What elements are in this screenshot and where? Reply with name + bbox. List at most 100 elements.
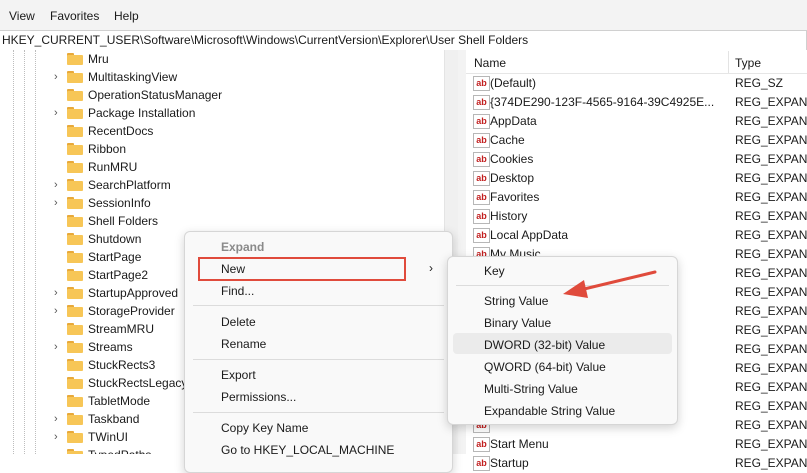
- menu-help[interactable]: Help: [114, 9, 139, 23]
- folder-icon: [67, 143, 83, 155]
- value-type: REG_EXPAN: [735, 380, 807, 394]
- value-row[interactable]: ab Desktop REG_EXPAN: [466, 169, 807, 188]
- folder-icon: [67, 449, 83, 454]
- submenu-item-dword[interactable]: DWORD (32-bit) Value: [484, 338, 605, 352]
- submenu-item-binary-value[interactable]: Binary Value: [484, 316, 551, 330]
- menu-item-copy-key-name[interactable]: Copy Key Name: [221, 421, 308, 435]
- chevron-right-icon[interactable]: ›: [54, 179, 58, 191]
- tree-item-label: Taskband: [88, 412, 140, 426]
- chevron-right-icon[interactable]: ›: [54, 413, 58, 425]
- value-type: REG_EXPAN: [735, 171, 807, 185]
- tree-item[interactable]: Ribbon: [0, 140, 440, 158]
- submenu-item-string-value[interactable]: String Value: [484, 294, 548, 308]
- folder-icon: [67, 269, 83, 281]
- folder-icon: [67, 287, 83, 299]
- submenu-item-multi-string[interactable]: Multi-String Value: [484, 382, 578, 396]
- value-name: Favorites: [490, 190, 540, 204]
- value-type: REG_EXPAN: [735, 437, 807, 451]
- menu-favorites[interactable]: Favorites: [50, 9, 99, 23]
- submenu-item-qword[interactable]: QWORD (64-bit) Value: [484, 360, 606, 374]
- column-type-header[interactable]: Type: [735, 56, 761, 70]
- folder-icon: [67, 395, 83, 407]
- value-name: Startup: [490, 456, 529, 470]
- tree-item[interactable]: RecentDocs: [0, 122, 440, 140]
- tree-item-label: StuckRects3: [88, 358, 156, 372]
- menu-item-export[interactable]: Export: [221, 368, 256, 382]
- folder-icon: [67, 251, 83, 263]
- folder-icon: [67, 341, 83, 353]
- string-value-icon: ab: [473, 152, 490, 167]
- annotation-highlight-box: [198, 257, 406, 281]
- address-bar[interactable]: HKEY_CURRENT_USER\Software\Microsoft\Win…: [0, 30, 807, 51]
- tree-item-label: Shell Folders: [88, 214, 159, 228]
- tree-item[interactable]: OperationStatusManager: [0, 86, 440, 104]
- menu-item-goto-hklm[interactable]: Go to HKEY_LOCAL_MACHINE: [221, 443, 394, 457]
- value-row[interactable]: ab AppData REG_EXPAN: [466, 112, 807, 131]
- tree-item-label: StorageProvider: [88, 304, 175, 318]
- folder-icon: [67, 413, 83, 425]
- value-name: Start Menu: [490, 437, 549, 451]
- menu-divider: [193, 359, 444, 360]
- value-row[interactable]: ab (Default) REG_SZ: [466, 74, 807, 93]
- tree-item-label: Ribbon: [88, 142, 127, 156]
- value-type: REG_EXPAN: [735, 133, 807, 147]
- menu-divider: [193, 305, 444, 306]
- menu-item-find[interactable]: Find...: [221, 284, 254, 298]
- value-type: REG_EXPAN: [735, 228, 807, 242]
- chevron-right-icon[interactable]: ›: [54, 341, 58, 353]
- tree-item[interactable]: Shell Folders: [0, 212, 440, 230]
- tree-item-label: SearchPlatform: [88, 178, 171, 192]
- string-value-icon: ab: [473, 437, 490, 452]
- value-type: REG_EXPAN: [735, 95, 807, 109]
- chevron-right-icon[interactable]: ›: [54, 107, 58, 119]
- value-row[interactable]: ab Startup REG_EXPAN: [466, 454, 807, 473]
- tree-item-label: Mru: [88, 52, 109, 66]
- tree-item-label: TabletMode: [88, 394, 151, 408]
- string-value-icon: ab: [473, 190, 490, 205]
- value-row[interactable]: ab Cookies REG_EXPAN: [466, 150, 807, 169]
- value-row[interactable]: ab Cache REG_EXPAN: [466, 131, 807, 150]
- folder-icon: [67, 233, 83, 245]
- folder-icon: [67, 53, 83, 65]
- menu-divider: [456, 285, 669, 286]
- tree-item-label: RecentDocs: [88, 124, 154, 138]
- menu-item-expand[interactable]: Expand: [221, 240, 264, 254]
- column-separator[interactable]: [728, 51, 729, 73]
- value-row[interactable]: ab {374DE290-123F-4565-9164-39C4925E... RE…: [466, 93, 807, 112]
- value-name: AppData: [490, 114, 537, 128]
- tree-guide-line: [13, 50, 14, 454]
- chevron-right-icon[interactable]: ›: [54, 305, 58, 317]
- value-type: REG_EXPAN: [735, 323, 807, 337]
- menu-view[interactable]: View: [9, 9, 35, 23]
- value-name: History: [490, 209, 528, 223]
- tree-item[interactable]: › Package Installation: [0, 104, 440, 122]
- menu-item-permissions[interactable]: Permissions...: [221, 390, 296, 404]
- value-type: REG_EXPAN: [735, 304, 807, 318]
- tree-item[interactable]: › SessionInfo: [0, 194, 440, 212]
- submenu-item-key[interactable]: Key: [484, 264, 505, 278]
- tree-item[interactable]: Mru: [0, 50, 440, 68]
- chevron-right-icon[interactable]: ›: [54, 287, 58, 299]
- submenu-item-expandable-string[interactable]: Expandable String Value: [484, 404, 615, 418]
- value-row[interactable]: ab Favorites REG_EXPAN: [466, 188, 807, 207]
- values-header: Name Type: [466, 51, 807, 74]
- chevron-right-icon: ›: [429, 261, 433, 275]
- menu-item-delete[interactable]: Delete: [221, 315, 256, 329]
- column-name-header[interactable]: Name: [474, 56, 506, 70]
- tree-item[interactable]: › MultitaskingView: [0, 68, 440, 86]
- chevron-right-icon[interactable]: ›: [54, 197, 58, 209]
- string-value-icon: ab: [473, 133, 490, 148]
- tree-item[interactable]: RunMRU: [0, 158, 440, 176]
- chevron-right-icon[interactable]: ›: [54, 431, 58, 443]
- chevron-right-icon[interactable]: ›: [54, 71, 58, 83]
- value-row[interactable]: ab Start Menu REG_EXPAN: [466, 435, 807, 454]
- value-name: Cache: [490, 133, 525, 147]
- value-row[interactable]: ab Local AppData REG_EXPAN: [466, 226, 807, 245]
- tree-item-label: StreamMRU: [88, 322, 155, 336]
- folder-icon: [67, 359, 83, 371]
- value-type: REG_EXPAN: [735, 247, 807, 261]
- menu-item-rename[interactable]: Rename: [221, 337, 266, 351]
- tree-item[interactable]: › SearchPlatform: [0, 176, 440, 194]
- value-row[interactable]: ab History REG_EXPAN: [466, 207, 807, 226]
- folder-icon: [67, 323, 83, 335]
